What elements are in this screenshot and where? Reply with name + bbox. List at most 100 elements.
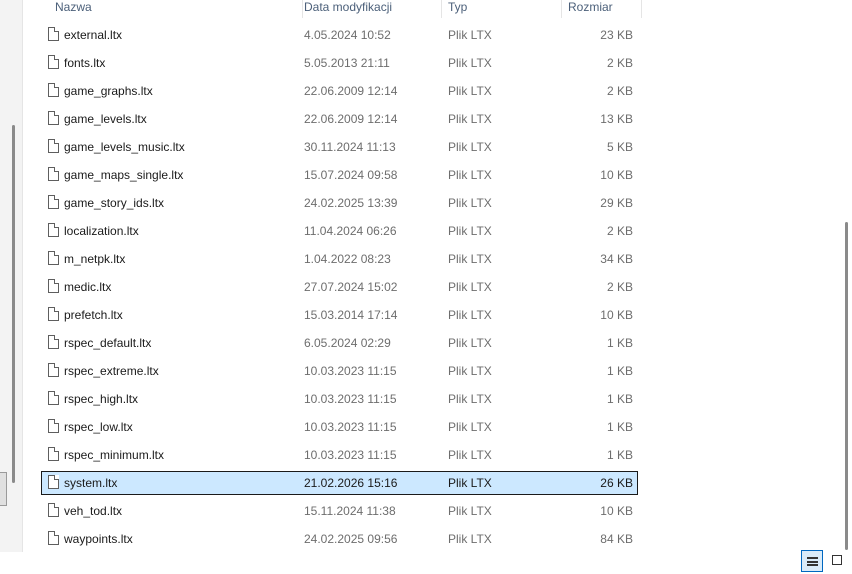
file-name: system.ltx <box>64 476 118 490</box>
file-type: Plik LTX <box>448 252 492 266</box>
file-row[interactable]: veh_tod.ltx 15.11.2024 11:38 Plik LTX 10 KB <box>41 499 638 523</box>
column-header-size[interactable]: Rozmiar <box>562 0 642 18</box>
column-header-date-modified[interactable]: Data modyfikacji <box>298 0 442 18</box>
file-date-modified: 22.06.2009 12:14 <box>304 84 398 98</box>
file-name: prefetch.ltx <box>64 308 123 322</box>
file-date-modified: 15.07.2024 09:58 <box>304 168 398 182</box>
file-size: 29 KB <box>600 196 633 210</box>
file-date-modified: 22.06.2009 12:14 <box>304 112 398 126</box>
document-icon <box>48 167 59 181</box>
document-icon <box>48 195 59 209</box>
file-type: Plik LTX <box>448 28 492 42</box>
file-row[interactable]: game_graphs.ltx 22.06.2009 12:14 Plik LTX 2… <box>41 79 638 103</box>
file-size: 1 KB <box>606 336 633 350</box>
file-row[interactable]: game_maps_single.ltx 15.07.2024 09:58 Plik… <box>41 163 638 187</box>
file-name: medic.ltx <box>64 280 112 294</box>
file-size: 23 KB <box>600 28 633 42</box>
file-date-modified: 21.02.2026 15:16 <box>304 476 398 490</box>
file-date-modified: 27.07.2024 15:02 <box>304 280 398 294</box>
document-icon <box>48 223 59 237</box>
file-size: 2 KB <box>606 280 633 294</box>
file-name: game_maps_single.ltx <box>64 168 184 182</box>
file-size: 2 KB <box>606 84 633 98</box>
column-header-type[interactable]: Typ <box>442 0 562 18</box>
file-size: 10 KB <box>600 308 633 322</box>
file-row[interactable]: rspec_extreme.ltx 10.03.2023 11:15 Plik LT… <box>41 359 638 383</box>
file-row[interactable]: external.ltx 4.05.2024 10:52 Plik LTX 23 KB <box>41 23 638 47</box>
details-view-button[interactable] <box>801 550 823 572</box>
file-size: 13 KB <box>600 112 633 126</box>
file-size: 1 KB <box>606 420 633 434</box>
file-type: Plik LTX <box>448 280 492 294</box>
navigation-pane-resize-handle[interactable] <box>0 472 7 506</box>
file-row[interactable]: localization.ltx 11.04.2024 06:26 Plik LTX… <box>41 219 638 243</box>
navigation-scrollbar[interactable] <box>12 125 15 483</box>
document-icon <box>48 447 59 461</box>
file-type: Plik LTX <box>448 84 492 98</box>
column-header-name[interactable]: Nazwa <box>49 0 303 18</box>
file-row[interactable]: rspec_high.ltx 10.03.2023 11:15 Plik LTX 1 … <box>41 387 638 411</box>
file-row[interactable]: system.ltx 21.02.2026 15:16 Plik LTX 26 KB <box>41 471 638 495</box>
file-date-modified: 24.02.2025 13:39 <box>304 196 398 210</box>
file-date-modified: 11.04.2024 06:26 <box>304 224 397 238</box>
file-name: waypoints.ltx <box>64 532 133 546</box>
file-type: Plik LTX <box>448 392 492 406</box>
file-size: 10 KB <box>600 168 633 182</box>
file-name: m_netpk.ltx <box>64 252 126 266</box>
file-type: Plik LTX <box>448 476 492 490</box>
document-icon <box>48 83 59 97</box>
file-date-modified: 4.05.2024 10:52 <box>304 28 391 42</box>
file-size: 34 KB <box>600 252 633 266</box>
file-name: rspec_default.ltx <box>64 336 152 350</box>
file-row[interactable]: game_levels_music.ltx 30.11.2024 11:13 Pli… <box>41 135 638 159</box>
file-date-modified: 24.02.2025 09:56 <box>304 532 398 546</box>
file-row[interactable]: game_levels.ltx 22.06.2009 12:14 Plik LTX 1… <box>41 107 638 131</box>
file-name: veh_tod.ltx <box>64 504 123 518</box>
file-size: 26 KB <box>600 476 633 490</box>
file-row[interactable]: fonts.ltx 5.05.2013 21:11 Plik LTX 2 KB <box>41 51 638 75</box>
file-type: Plik LTX <box>448 196 492 210</box>
file-type: Plik LTX <box>448 224 492 238</box>
file-size: 84 KB <box>600 532 633 546</box>
column-header-row: Nazwa Data modyfikacji Typ Rozmiar <box>41 0 642 18</box>
file-name: rspec_minimum.ltx <box>64 448 165 462</box>
file-row[interactable]: prefetch.ltx 15.03.2014 17:14 Plik LTX 10 K… <box>41 303 638 327</box>
file-list-scrollbar[interactable] <box>845 222 848 550</box>
file-date-modified: 15.03.2014 17:14 <box>304 308 398 322</box>
details-view-icon <box>807 557 818 566</box>
document-icon <box>48 251 59 265</box>
file-size: 10 KB <box>600 504 633 518</box>
file-name: localization.ltx <box>64 224 139 238</box>
file-row[interactable]: rspec_default.ltx 6.05.2024 02:29 Plik LTX… <box>41 331 638 355</box>
file-row[interactable]: rspec_low.ltx 10.03.2023 11:15 Plik LTX 1 K… <box>41 415 638 439</box>
file-row[interactable]: game_story_ids.ltx 24.02.2025 13:39 Plik L… <box>41 191 638 215</box>
document-icon <box>48 363 59 377</box>
file-name: rspec_low.ltx <box>64 420 133 434</box>
file-name: game_levels.ltx <box>64 112 147 126</box>
file-row[interactable]: rspec_minimum.ltx 10.03.2023 11:15 Plik LT… <box>41 443 638 467</box>
large-icons-view-button[interactable] <box>826 550 848 572</box>
file-date-modified: 15.11.2024 11:38 <box>304 504 396 518</box>
document-icon <box>48 139 59 153</box>
file-name: game_graphs.ltx <box>64 84 153 98</box>
document-icon <box>48 475 59 489</box>
file-date-modified: 1.04.2022 08:23 <box>304 252 391 266</box>
file-type: Plik LTX <box>448 364 492 378</box>
file-size: 1 KB <box>606 392 633 406</box>
navigation-pane <box>0 0 23 552</box>
file-row[interactable]: waypoints.ltx 24.02.2025 09:56 Plik LTX 84 … <box>41 527 638 551</box>
file-row[interactable]: medic.ltx 27.07.2024 15:02 Plik LTX 2 KB <box>41 275 638 299</box>
document-icon <box>48 27 59 41</box>
document-icon <box>48 307 59 321</box>
file-row[interactable]: m_netpk.ltx 1.04.2022 08:23 Plik LTX 34 KB <box>41 247 638 271</box>
document-icon <box>48 279 59 293</box>
file-size: 1 KB <box>606 364 633 378</box>
file-type: Plik LTX <box>448 504 492 518</box>
file-size: 5 KB <box>606 140 633 154</box>
file-type: Plik LTX <box>448 56 492 70</box>
file-date-modified: 6.05.2024 02:29 <box>304 336 391 350</box>
file-size: 2 KB <box>606 224 633 238</box>
large-icons-view-icon <box>832 555 842 565</box>
file-date-modified: 30.11.2024 11:13 <box>304 140 396 154</box>
document-icon <box>48 531 59 545</box>
